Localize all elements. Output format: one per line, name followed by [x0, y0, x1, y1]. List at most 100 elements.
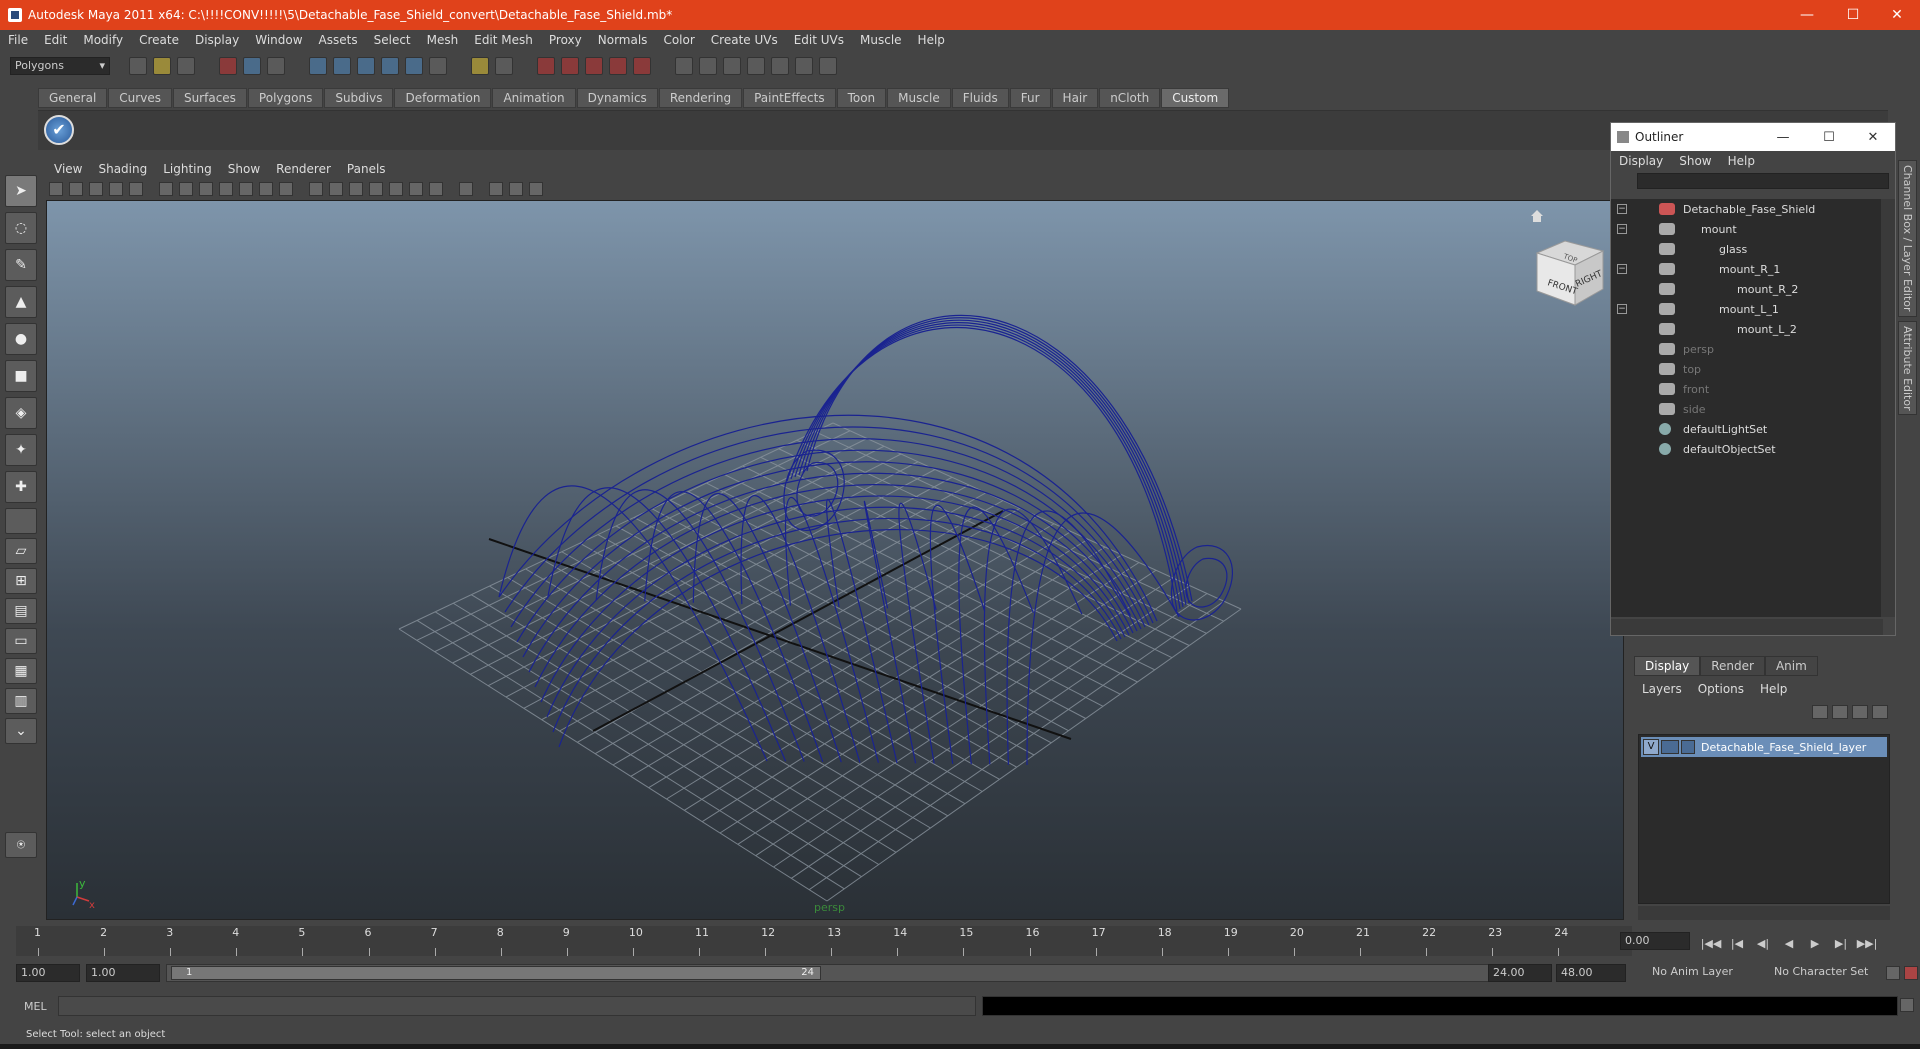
- script-editor-icon[interactable]: [1900, 998, 1914, 1012]
- hud-icon[interactable]: [279, 182, 293, 196]
- menu-set-selector[interactable]: Polygons: [10, 57, 110, 75]
- snap-to-grid-icon[interactable]: [309, 57, 327, 75]
- menu-edit-mesh[interactable]: Edit Mesh: [466, 33, 541, 47]
- select-tool-icon[interactable]: ➤: [5, 175, 37, 207]
- layer-editor-scrollbar[interactable]: [1638, 906, 1890, 920]
- animation-start-field[interactable]: 1.00: [16, 964, 80, 982]
- outliner-filter-input[interactable]: [1637, 173, 1889, 189]
- safe-title-icon[interactable]: [259, 182, 273, 196]
- smooth-shade-icon[interactable]: [329, 182, 343, 196]
- command-language-label[interactable]: MEL: [24, 1000, 47, 1013]
- shelf-tab-hair[interactable]: Hair: [1051, 88, 1099, 108]
- menu-muscle[interactable]: Muscle: [852, 33, 910, 47]
- hypershade-icon[interactable]: [699, 57, 717, 75]
- menu-create[interactable]: Create: [131, 33, 187, 47]
- menu-create-uvs[interactable]: Create UVs: [703, 33, 786, 47]
- viewport-menu-renderer[interactable]: Renderer: [268, 162, 339, 176]
- shelf-tab-fluids[interactable]: Fluids: [951, 88, 1009, 108]
- lights-icon[interactable]: [389, 182, 403, 196]
- expand-collapse-icon[interactable]: −: [1617, 224, 1627, 234]
- outliner-item[interactable]: − mount_L_1: [1611, 299, 1883, 319]
- show-manipulator-tool-icon[interactable]: ✚: [5, 471, 37, 503]
- show-attributes-icon[interactable]: [747, 57, 765, 75]
- checkmark-shelf-icon[interactable]: ✔: [44, 115, 74, 145]
- animation-end-field[interactable]: 48.00: [1556, 964, 1626, 982]
- outliner-menu-display[interactable]: Display: [1611, 154, 1671, 168]
- xray-components-icon[interactable]: [529, 182, 543, 196]
- menu-help[interactable]: Help: [910, 33, 953, 47]
- outliner-item[interactable]: defaultObjectSet: [1611, 439, 1883, 459]
- move-layer-down-icon[interactable]: [1832, 705, 1848, 719]
- outliner-maximize-button[interactable]: ☐: [1807, 123, 1851, 151]
- menu-assets[interactable]: Assets: [311, 33, 366, 47]
- menu-mesh[interactable]: Mesh: [419, 33, 467, 47]
- new-layer-from-selected-icon[interactable]: [1872, 705, 1888, 719]
- resolution-gate-icon[interactable]: [179, 182, 193, 196]
- render-settings-icon[interactable]: [675, 57, 693, 75]
- safe-action-icon[interactable]: [239, 182, 253, 196]
- expand-collapse-icon[interactable]: −: [1617, 264, 1627, 274]
- last-tool-icon[interactable]: [5, 508, 37, 534]
- command-input[interactable]: [58, 996, 976, 1016]
- new-empty-layer-icon[interactable]: [1852, 705, 1868, 719]
- render-current-frame-icon[interactable]: [609, 57, 627, 75]
- construction-history-icon[interactable]: [585, 57, 603, 75]
- isolate-select-icon[interactable]: [459, 182, 473, 196]
- layout-persp-outliner-icon[interactable]: ▥: [5, 688, 37, 714]
- current-time-field[interactable]: 0.00: [1620, 932, 1690, 950]
- menu-modify[interactable]: Modify: [75, 33, 131, 47]
- wireframe-icon[interactable]: [309, 182, 323, 196]
- snap-to-plane-icon[interactable]: [381, 57, 399, 75]
- shelf-tab-polygons[interactable]: Polygons: [247, 88, 324, 108]
- menu-select[interactable]: Select: [366, 33, 419, 47]
- paint-select-tool-icon[interactable]: ✎: [5, 249, 37, 281]
- soft-modification-tool-icon[interactable]: ✦: [5, 434, 37, 466]
- outliner-item[interactable]: defaultLightSet: [1611, 419, 1883, 439]
- help-icon[interactable]: [429, 57, 447, 75]
- outliner-menu-help[interactable]: Help: [1720, 154, 1763, 168]
- auto-key-icon[interactable]: [1886, 966, 1900, 980]
- grid-toggle-icon[interactable]: [159, 182, 173, 196]
- snap-to-curve-icon[interactable]: [333, 57, 351, 75]
- scale-tool-icon[interactable]: ■: [5, 360, 37, 392]
- bookmark-icon[interactable]: [69, 182, 83, 196]
- shadows-icon[interactable]: [409, 182, 423, 196]
- shelf-tab-ncloth[interactable]: nCloth: [1099, 88, 1161, 108]
- new-scene-icon[interactable]: [129, 57, 147, 75]
- playback-start-field[interactable]: 1.00: [86, 964, 160, 982]
- layer-menu-layers[interactable]: Layers: [1634, 682, 1690, 696]
- menu-edit-uvs[interactable]: Edit UVs: [786, 33, 852, 47]
- shelf-tab-surfaces[interactable]: Surfaces: [172, 88, 247, 108]
- tool-settings-icon[interactable]: [771, 57, 789, 75]
- rotate-tool-icon[interactable]: ●: [5, 323, 37, 355]
- outliner-horizontal-scrollbar[interactable]: [1611, 619, 1883, 635]
- time-slider[interactable]: 1 2 3 4 5 6 7 8 9 10 11 12 13 14 15 16 17 18 19 20 21 22 23 24: [16, 926, 1632, 956]
- character-set-selector[interactable]: No Character Set: [1770, 964, 1882, 982]
- expand-collapse-icon[interactable]: −: [1617, 304, 1627, 314]
- close-button[interactable]: ✕: [1874, 0, 1920, 30]
- ipr-render-icon[interactable]: [633, 57, 651, 75]
- layer-row[interactable]: V Detachable_Fase_Shield_layer: [1641, 737, 1887, 757]
- lasso-tool-icon[interactable]: ◌: [5, 212, 37, 244]
- outliner-menu-show[interactable]: Show: [1671, 154, 1719, 168]
- playback-end-field[interactable]: 24.00: [1488, 964, 1552, 982]
- shelf-tab-muscle[interactable]: Muscle: [887, 88, 951, 108]
- animation-preferences-icon[interactable]: [1904, 966, 1918, 980]
- outliner-item[interactable]: side: [1611, 399, 1883, 419]
- film-gate-icon[interactable]: [129, 182, 143, 196]
- camera-attributes-icon[interactable]: [49, 182, 63, 196]
- field-chart-icon[interactable]: [219, 182, 233, 196]
- step-back-key-button[interactable]: |◀: [1724, 937, 1750, 950]
- layer-menu-help[interactable]: Help: [1752, 682, 1795, 696]
- perspective-viewport[interactable]: FRONT RIGHT TOP y x persp: [46, 200, 1624, 920]
- select-by-hierarchy-icon[interactable]: [219, 57, 237, 75]
- layer-menu-options[interactable]: Options: [1690, 682, 1752, 696]
- minimize-button[interactable]: —: [1784, 0, 1830, 30]
- menu-edit[interactable]: Edit: [36, 33, 75, 47]
- shelf-tab-custom[interactable]: Custom: [1161, 88, 1230, 108]
- menu-window[interactable]: Window: [247, 33, 310, 47]
- go-to-end-button[interactable]: ▶▶|: [1854, 937, 1880, 950]
- move-tool-icon[interactable]: ▲: [5, 286, 37, 318]
- outliner-item[interactable]: − Detachable_Fase_Shield: [1611, 199, 1883, 219]
- selection-handle-icon[interactable]: [495, 57, 513, 75]
